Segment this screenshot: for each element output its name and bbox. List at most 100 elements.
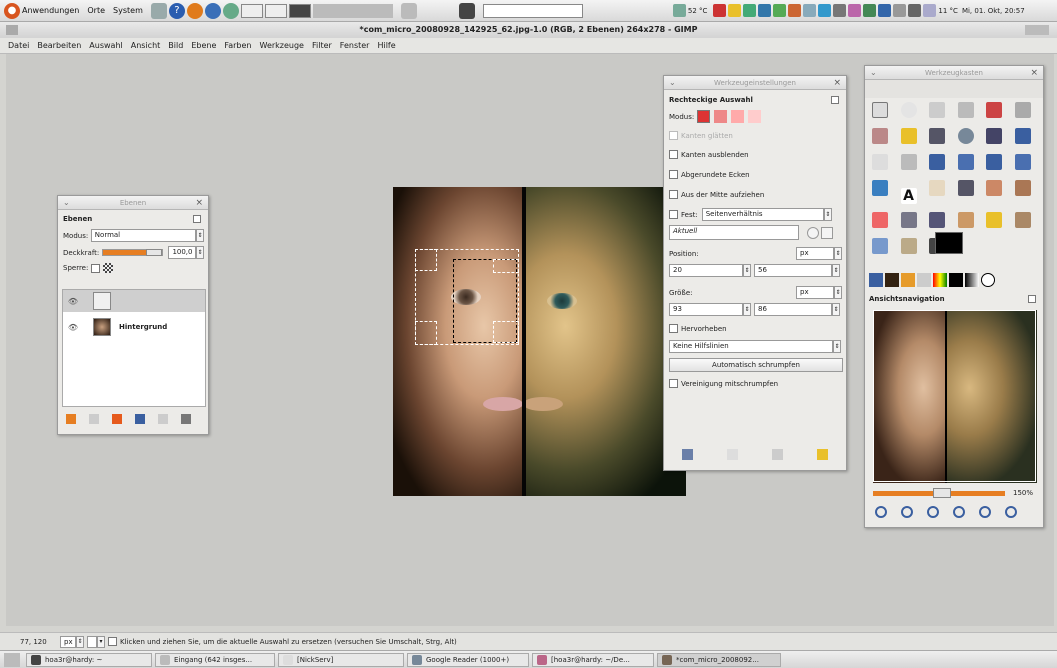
panel-menu-system[interactable]: System: [113, 6, 143, 15]
task-terminal[interactable]: hoa3r@hardy: ~: [26, 652, 152, 667]
measure-tool-icon[interactable]: [986, 128, 1003, 144]
zoom-fill-icon[interactable]: [979, 506, 991, 518]
position-y-spin[interactable]: ⇕: [832, 264, 840, 277]
task-mail[interactable]: Eingang (642 insges...: [155, 652, 275, 667]
lock-pixels-checkbox[interactable]: [91, 263, 100, 273]
selection-handle-tl[interactable]: [415, 249, 437, 271]
tab-brushes[interactable]: [901, 273, 915, 287]
save-options-icon[interactable]: [682, 449, 693, 460]
guides-select[interactable]: Keine Hilfslinien: [669, 340, 833, 353]
mode-add-button[interactable]: [714, 110, 728, 123]
selection-handle-tr[interactable]: [493, 259, 519, 273]
panel-menu-places[interactable]: Orte: [87, 6, 105, 15]
panel-search-input[interactable]: [482, 3, 583, 18]
eye-icon[interactable]: 👁: [63, 297, 83, 306]
mode-intersect-button[interactable]: [748, 110, 762, 123]
rect-select-tool-icon[interactable]: [872, 102, 888, 118]
size-width-spin[interactable]: ⇕: [743, 303, 751, 316]
scale-tool-icon[interactable]: [957, 154, 974, 170]
antialias-checkbox[interactable]: [669, 131, 678, 140]
tray-icon-12[interactable]: [878, 4, 892, 17]
menu-tools[interactable]: Werkzeuge: [260, 41, 304, 50]
tray-icon-4[interactable]: [758, 4, 772, 17]
opacity-slider[interactable]: [102, 249, 164, 256]
menu-file[interactable]: Datei: [8, 41, 29, 50]
scissors-tool-icon[interactable]: [1014, 102, 1031, 118]
fixed-mode-dropdown-icon[interactable]: ⇕: [823, 208, 832, 221]
selection-handle-br[interactable]: [493, 321, 519, 343]
perspective-tool-icon[interactable]: [1014, 154, 1031, 170]
panel-clock[interactable]: Mi, 01. Okt, 20:57: [962, 7, 1025, 15]
zoom-slider-handle[interactable]: [933, 487, 951, 498]
mode-replace-button[interactable]: [697, 110, 711, 123]
feather-checkbox[interactable]: [669, 150, 678, 159]
layer-name[interactable]: Hintergrund: [119, 323, 167, 331]
ink-tool-icon[interactable]: [929, 212, 946, 228]
unit-select[interactable]: px: [60, 635, 76, 648]
lasso-tool-icon[interactable]: [929, 102, 946, 118]
terminal-icon[interactable]: [458, 2, 475, 19]
delete-options-icon[interactable]: [772, 449, 783, 460]
zoom-tool-icon[interactable]: [957, 128, 974, 144]
auto-shrink-button[interactable]: Automatisch schrumpfen: [669, 358, 843, 372]
tab-layers[interactable]: [885, 273, 899, 287]
task-terminal-2[interactable]: [hoa3r@hardy: ~/De...: [532, 652, 654, 667]
menu-select[interactable]: Auswahl: [89, 41, 122, 50]
selection-handle-bl[interactable]: [415, 321, 437, 345]
rounded-corners-checkbox[interactable]: [669, 170, 678, 179]
zoom-dropdown-icon[interactable]: ▾: [97, 635, 105, 648]
text-tool-icon[interactable]: A: [900, 188, 917, 204]
bucket-fill-tool-icon[interactable]: [929, 180, 946, 196]
size-unit-select[interactable]: px: [796, 286, 834, 299]
position-x-input[interactable]: 20: [669, 264, 743, 277]
color-select-tool-icon[interactable]: [986, 102, 1003, 118]
align-tool-icon[interactable]: [872, 154, 888, 170]
paintbrush-tool-icon[interactable]: [1014, 180, 1031, 196]
task-gimp[interactable]: *com_micro_2008092...: [657, 652, 781, 667]
show-desktop-icon[interactable]: [4, 652, 20, 667]
tray-icon-2[interactable]: [728, 4, 742, 17]
raise-layer-icon[interactable]: [89, 414, 99, 424]
panel-menu-applications[interactable]: Anwendungen: [22, 6, 79, 15]
task-chat[interactable]: [NickServ]: [278, 652, 404, 667]
size-width-input[interactable]: 93: [669, 303, 743, 316]
zoom-shrink-wrap-icon[interactable]: [1005, 506, 1017, 518]
zoom-1-1-icon[interactable]: [927, 506, 939, 518]
mode-subtract-button[interactable]: [731, 110, 745, 123]
eye-icon[interactable]: 👁: [63, 323, 83, 332]
eraser-tool-icon[interactable]: [872, 212, 888, 228]
tab-colors[interactable]: [965, 273, 979, 287]
tab-menu-button[interactable]: [193, 215, 201, 223]
layer-row[interactable]: 👁: [63, 290, 205, 312]
new-layer-icon[interactable]: [66, 414, 76, 424]
layer-mode-select[interactable]: Normal: [90, 229, 197, 242]
shrink-merged-checkbox[interactable]: [669, 379, 678, 388]
landscape-button[interactable]: [821, 226, 833, 239]
perspective-clone-tool-icon[interactable]: [1014, 212, 1031, 228]
notes-icon[interactable]: [400, 2, 417, 19]
menu-layer[interactable]: Ebene: [191, 41, 216, 50]
tab-navigation[interactable]: [981, 273, 995, 287]
highlight-checkbox[interactable]: [669, 324, 678, 333]
opacity-slider-handle[interactable]: [146, 249, 163, 256]
blur-tool-icon[interactable]: [872, 238, 888, 254]
menu-filters[interactable]: Filter: [312, 41, 332, 50]
lock-alpha-icon[interactable]: [103, 263, 113, 273]
rotate-tool-icon[interactable]: [929, 154, 946, 170]
delete-layer-icon[interactable]: [181, 414, 191, 424]
position-unit-dropdown-icon[interactable]: ⇕: [834, 247, 842, 260]
opacity-spin[interactable]: ⇕: [196, 246, 204, 259]
smudge-tool-icon[interactable]: [900, 238, 917, 254]
foreground-color-swatch[interactable]: [935, 232, 963, 254]
flip-tool-icon[interactable]: [872, 180, 888, 196]
paths-tool-icon[interactable]: [900, 128, 917, 144]
menu-windows[interactable]: Fenster: [340, 41, 370, 50]
restore-options-icon[interactable]: [727, 449, 738, 460]
position-y-input[interactable]: 56: [754, 264, 832, 277]
wilber-drop-area[interactable]: [865, 80, 1043, 98]
workspace-1-button[interactable]: [240, 3, 263, 18]
menu-image[interactable]: Bild: [168, 41, 183, 50]
launcher-icon[interactable]: [150, 2, 167, 19]
pidgin-icon[interactable]: [222, 2, 239, 19]
ubuntu-logo-icon[interactable]: ●: [4, 2, 20, 19]
